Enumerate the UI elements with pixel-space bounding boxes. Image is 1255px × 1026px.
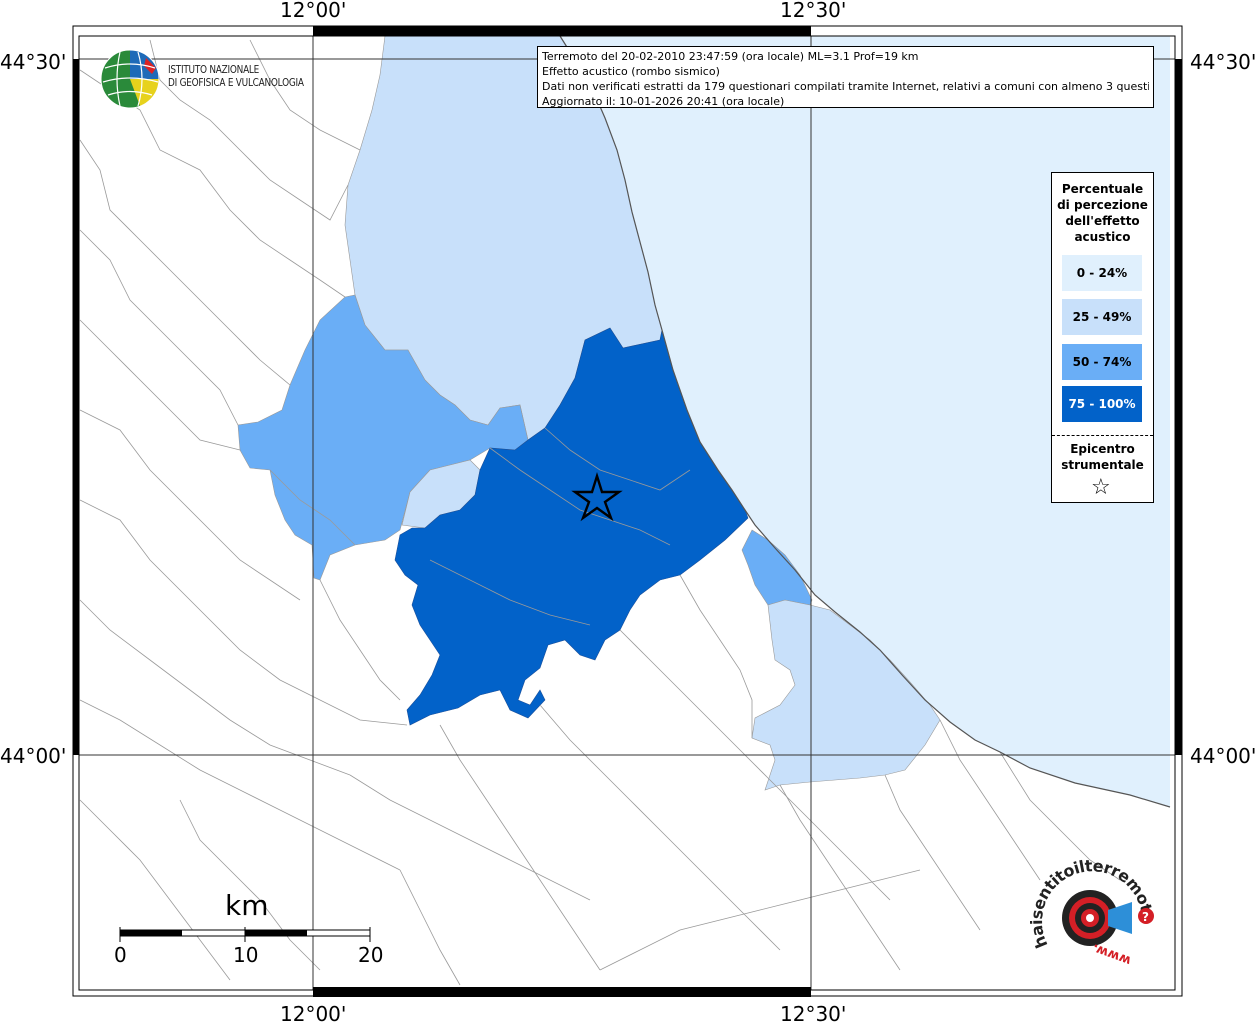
scale-tick-10: 10 (233, 943, 259, 967)
earthquake-info-box: Terremoto del 20-02-2010 23:47:59 (ora l… (537, 46, 1154, 108)
svg-text:?: ? (1142, 910, 1149, 924)
ingv-globe-icon (100, 49, 160, 109)
legend-epicenter-label: Epicentro strumentale (1061, 442, 1144, 472)
scale-tick-0: 0 (114, 943, 127, 967)
legend: Percentuale di percezione dell'effetto a… (1051, 172, 1154, 503)
scale-unit-label: km (225, 889, 269, 922)
info-line-data: Dati non verificati estratti da 179 ques… (542, 80, 1149, 93)
ingv-name-line2: DI GEOFISICA E VULCANOLOGIA (168, 77, 304, 89)
ingv-name-line1: ISTITUTO NAZIONALE (168, 64, 260, 76)
legend-separator (1052, 435, 1153, 436)
lon-label-top-12-00: 12°00' (280, 0, 347, 22)
lat-label-right-44-00: 44°00' (1190, 744, 1255, 768)
haisentito-logo: haisentitoilterremoto.it ? www. (1026, 835, 1170, 980)
legend-swatch-0-24: 0 - 24% (1062, 255, 1142, 291)
lon-label-bottom-12-30: 12°30' (780, 1002, 847, 1026)
haisentito-target-icon: haisentitoilterremoto.it ? www. (1026, 835, 1157, 968)
legend-swatch-75-100: 75 - 100% (1062, 386, 1142, 422)
legend-epicenter-star-icon: ☆ (1091, 475, 1111, 500)
scale-tick-20: 20 (358, 943, 384, 967)
legend-swatch-50-74: 50 - 74% (1062, 344, 1142, 380)
lon-label-bottom-12-00: 12°00' (280, 1002, 347, 1026)
haisentito-www: www. (1090, 940, 1133, 968)
info-line-event: Terremoto del 20-02-2010 23:47:59 (ora l… (542, 50, 919, 63)
info-line-updated: Aggiornato il: 10-01-2026 20:41 (ora loc… (542, 95, 785, 108)
lon-label-top-12-30: 12°30' (780, 0, 847, 22)
lat-label-left-44-30: 44°30' (0, 50, 67, 74)
lat-label-left-44-00: 44°00' (0, 744, 67, 768)
legend-title: Percentuale di percezione dell'effetto a… (1057, 182, 1148, 244)
lat-label-right-44-30: 44°30' (1190, 50, 1255, 74)
info-line-effect: Effetto acustico (rombo sismico) (542, 65, 720, 78)
ingv-logo: ISTITUTO NAZIONALE DI GEOFISICA E VULCAN… (100, 48, 310, 110)
legend-swatch-25-49: 25 - 49% (1062, 299, 1142, 335)
